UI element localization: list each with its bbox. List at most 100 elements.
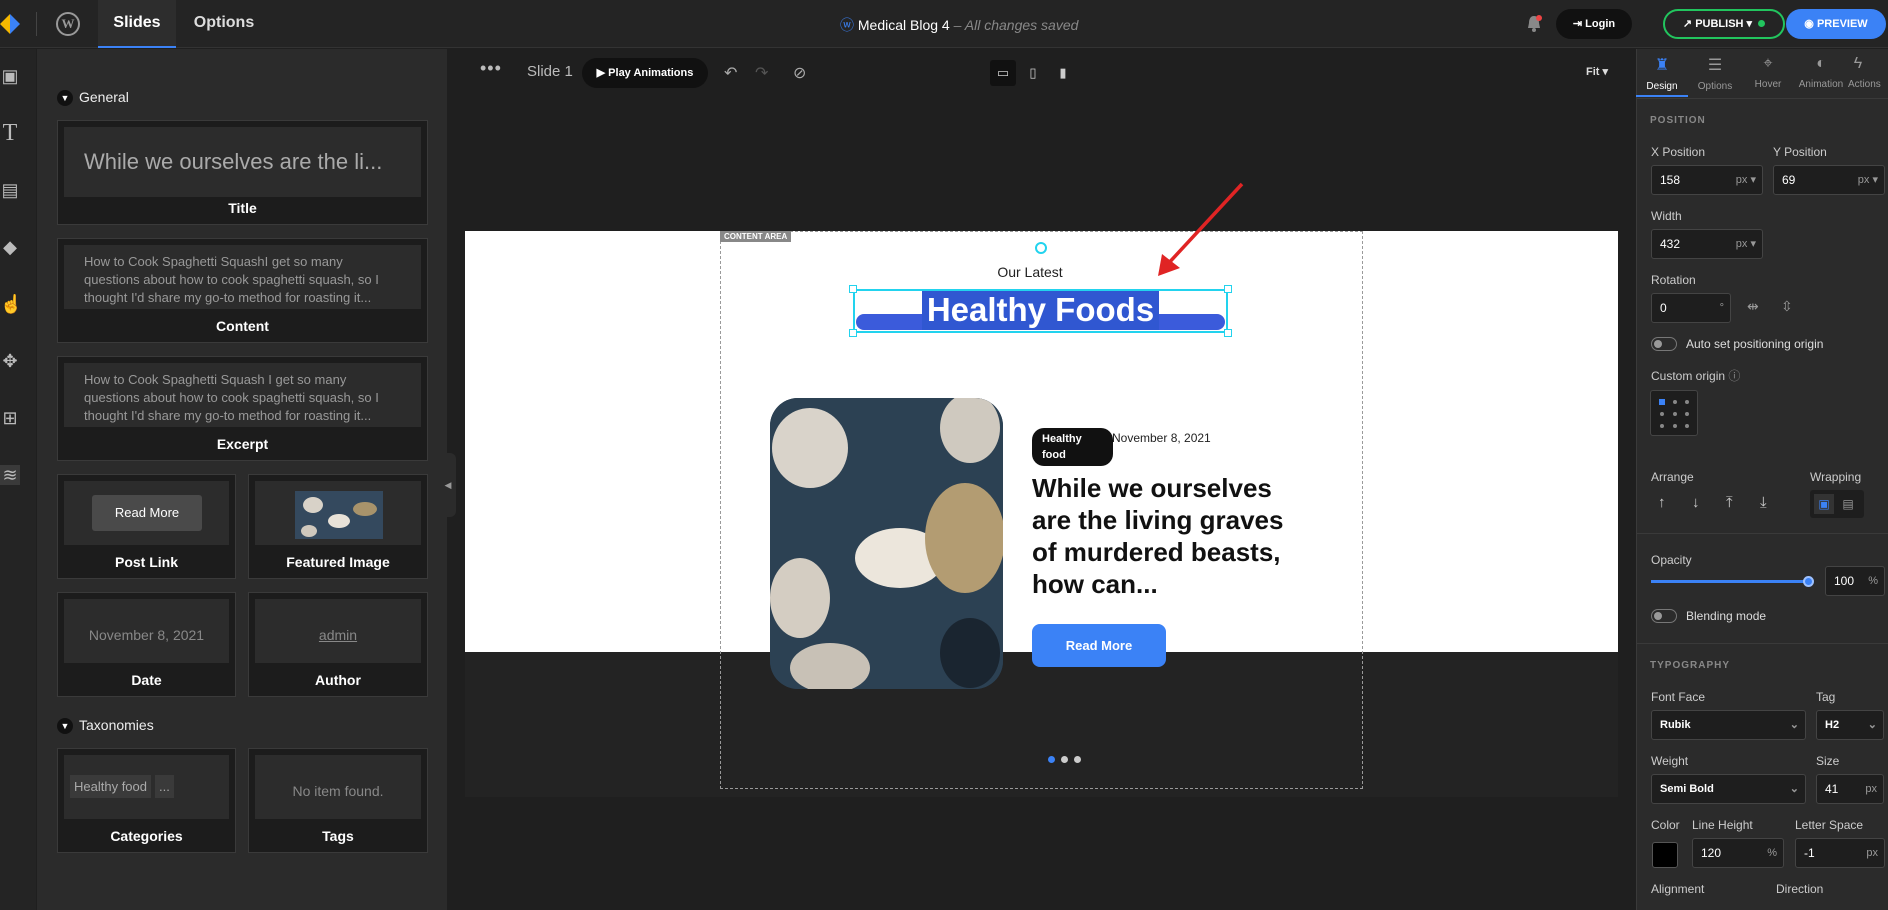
play-animations-button[interactable]: ▶ Play Animations: [582, 58, 708, 88]
tab-animation[interactable]: ◐ Animation: [1795, 49, 1847, 97]
categories-card[interactable]: Healthy food... Categories: [57, 748, 236, 853]
publish-button[interactable]: ↗ PUBLISH ▾: [1663, 9, 1785, 39]
bring-to-front-icon[interactable]: ⤒: [1726, 494, 1733, 511]
video-icon[interactable]: ▤: [0, 180, 20, 200]
featured-image-label: Featured Image: [286, 554, 390, 570]
add-icon[interactable]: ⊞: [0, 408, 20, 428]
redo-icon[interactable]: ↷: [755, 63, 768, 83]
undo-icon[interactable]: ↶: [724, 63, 737, 83]
collapse-panel-handle[interactable]: ◀: [440, 453, 456, 517]
database-icon[interactable]: ≋: [0, 465, 20, 485]
post-featured-image[interactable]: [770, 398, 1003, 689]
flip-vertical-icon[interactable]: ⇳: [1781, 298, 1793, 315]
send-to-back-icon[interactable]: ⤓: [1760, 494, 1767, 511]
tablet-view-icon[interactable]: ▯: [1020, 60, 1046, 86]
send-backward-icon[interactable]: ↓: [1692, 494, 1700, 511]
wrapping-toggle-group: ▣ ▤: [1810, 490, 1864, 518]
shapes-icon[interactable]: ◆: [0, 237, 20, 257]
date-preview: November 8, 2021: [64, 599, 229, 663]
post-date[interactable]: November 8, 2021: [1112, 431, 1211, 445]
line-height-input[interactable]: 120%: [1692, 838, 1784, 868]
width-input[interactable]: 432 px ▾: [1651, 229, 1763, 259]
pagination-dot[interactable]: [1061, 756, 1068, 763]
width-unit-select[interactable]: px ▾: [1736, 230, 1756, 258]
y-unit: px: [1857, 174, 1870, 186]
more-options-icon[interactable]: •••: [480, 58, 502, 79]
mobile-view-icon[interactable]: ▮: [1050, 60, 1076, 86]
app-logo-icon[interactable]: [0, 14, 20, 34]
opacity-input[interactable]: 100%: [1825, 566, 1885, 596]
slide-label[interactable]: Slide 1: [527, 63, 573, 80]
tab-hover-label: Hover: [1754, 79, 1782, 90]
y-unit-select[interactable]: px ▾: [1858, 166, 1878, 194]
hide-icon[interactable]: ⊘: [793, 63, 806, 83]
zoom-select[interactable]: Fit ▾: [1586, 65, 1608, 78]
weight-select[interactable]: Semi Bold ⌄: [1651, 774, 1806, 804]
author-card[interactable]: admin Author: [248, 592, 428, 697]
pagination-dot[interactable]: [1074, 756, 1081, 763]
content-card[interactable]: How to Cook Spaghetti SquashI get so man…: [57, 238, 428, 343]
featured-image-card[interactable]: Featured Image: [248, 474, 428, 579]
login-button[interactable]: ⇥ Login: [1556, 9, 1632, 39]
blending-mode-toggle[interactable]: [1651, 609, 1677, 623]
play-animations-label: Play Animations: [608, 67, 694, 79]
wrap-block-icon[interactable]: ▤: [1838, 494, 1858, 514]
tags-card[interactable]: No item found. Tags: [248, 748, 428, 853]
opacity-slider[interactable]: [1651, 576, 1814, 587]
resize-handle-bl[interactable]: [849, 329, 857, 337]
date-card[interactable]: November 8, 2021 Date: [57, 592, 236, 697]
document-title: ⓦ Medical Blog 4 – All changes saved: [840, 15, 1078, 35]
button-icon[interactable]: ☝: [0, 294, 22, 314]
tab-options-label: Options: [1697, 81, 1733, 92]
post-link-card[interactable]: Read More Post Link: [57, 474, 236, 579]
read-more-button[interactable]: Read More: [1032, 624, 1166, 667]
x-unit-select[interactable]: px ▾: [1736, 166, 1756, 194]
resize-handle-tl[interactable]: [849, 285, 857, 293]
bring-forward-icon[interactable]: ↑: [1658, 494, 1666, 511]
title-card[interactable]: While we ourselves are the li... Title: [57, 120, 428, 225]
tab-actions[interactable]: ϟ Actions: [1848, 49, 1888, 97]
letter-space-input[interactable]: -1 px: [1795, 838, 1885, 868]
text-icon[interactable]: T: [0, 121, 20, 145]
y-position-input[interactable]: 69 px ▾: [1773, 165, 1885, 195]
wordpress-icon[interactable]: W: [56, 12, 80, 36]
x-position-input[interactable]: 158 px ▾: [1651, 165, 1763, 195]
play-icon: ▶: [596, 67, 609, 79]
auto-origin-toggle[interactable]: [1651, 337, 1677, 351]
pagination-dot[interactable]: [1048, 756, 1055, 763]
tab-options[interactable]: Options: [188, 0, 260, 48]
resize-handle-br[interactable]: [1224, 329, 1232, 337]
move-icon[interactable]: ✥: [0, 351, 20, 371]
taxonomies-section-header[interactable]: ▼ Taxonomies: [57, 717, 154, 735]
opacity-slider-knob[interactable]: [1803, 576, 1814, 587]
tab-options-panel[interactable]: ☰ Options: [1689, 49, 1741, 97]
size-input[interactable]: 41 px: [1816, 774, 1884, 804]
font-face-select[interactable]: Rubik ⌄: [1651, 710, 1806, 740]
tab-hover[interactable]: ⌖ Hover: [1742, 49, 1794, 97]
tab-design[interactable]: ♜ Design: [1636, 49, 1688, 97]
desktop-view-icon[interactable]: ▭: [990, 60, 1016, 86]
rotation-input[interactable]: 0 °: [1651, 293, 1731, 323]
resize-handle-tr[interactable]: [1224, 285, 1232, 293]
post-title[interactable]: While we ourselves are the living graves…: [1032, 472, 1312, 600]
preview-button[interactable]: ◉ PREVIEW: [1786, 9, 1886, 39]
selection-box[interactable]: [853, 289, 1228, 333]
x-position-value: 158: [1660, 173, 1681, 187]
subheading-text[interactable]: Our Latest: [940, 264, 1120, 280]
excerpt-card[interactable]: How to Cook Spaghetti Squash I get so ma…: [57, 356, 428, 461]
wrap-inline-icon[interactable]: ▣: [1814, 494, 1834, 514]
typography-heading: TYPOGRAPHY: [1650, 660, 1731, 671]
info-icon[interactable]: ⓘ: [1728, 369, 1740, 383]
origin-grid[interactable]: [1650, 390, 1698, 436]
flip-horizontal-icon[interactable]: ⇹: [1747, 298, 1759, 315]
image-icon[interactable]: ▣: [0, 66, 20, 86]
notification-bell-icon[interactable]: [1524, 14, 1544, 34]
general-section-header[interactable]: ▼ General: [57, 89, 129, 107]
content-card-label: Content: [216, 318, 269, 334]
color-swatch[interactable]: [1652, 842, 1678, 868]
rotate-handle[interactable]: [1035, 242, 1047, 254]
tag-select[interactable]: H2 ⌄: [1816, 710, 1884, 740]
category-badge[interactable]: Healthy food: [1032, 428, 1113, 466]
tab-design-label: Design: [1646, 81, 1678, 92]
tab-slides[interactable]: Slides: [98, 0, 176, 48]
